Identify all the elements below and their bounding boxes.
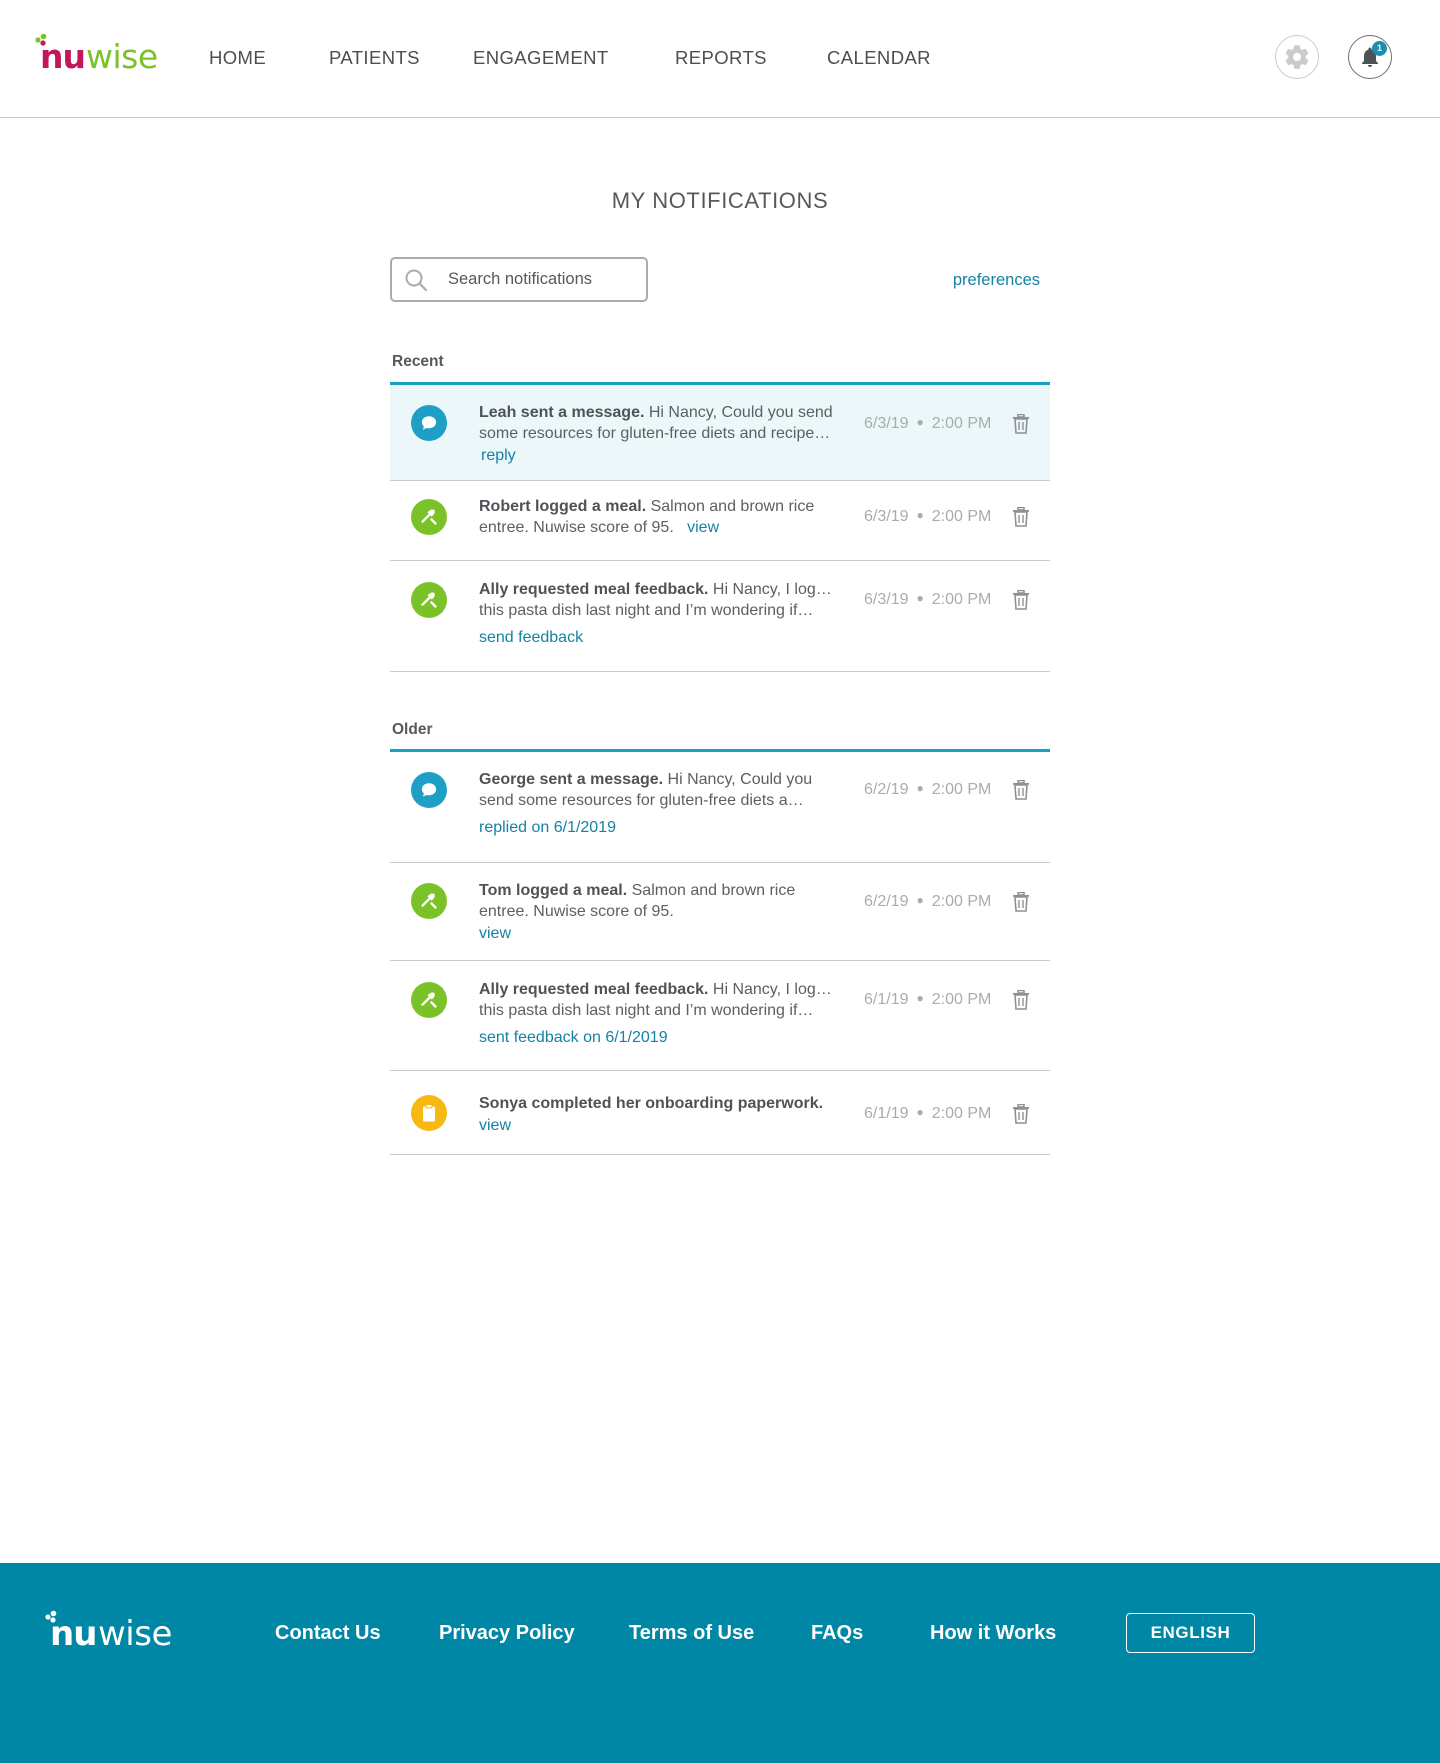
language-selector-button[interactable]: ENGLISH: [1126, 1613, 1255, 1653]
replied-status-link[interactable]: replied on 6/1/2019: [479, 817, 616, 838]
section-label-older: Older: [392, 721, 433, 738]
gear-icon: [1285, 45, 1309, 69]
trash-icon[interactable]: [1012, 780, 1030, 800]
notification-title: Ally requested meal feedback.: [479, 581, 709, 598]
notification-item[interactable]: Robert logged a meal. Salmon and brown r…: [390, 481, 1050, 561]
footer: nu wise Contact Us Privacy Policy Terms …: [0, 1563, 1440, 1763]
notification-item[interactable]: Sonya completed her onboarding paperwork…: [390, 1071, 1050, 1155]
notification-message: Hi Nancy, I logged: [708, 981, 834, 998]
reply-link[interactable]: reply: [481, 445, 516, 466]
trash-icon[interactable]: [1012, 414, 1030, 434]
footer-link-contact-us[interactable]: Contact Us: [275, 1622, 381, 1645]
nav-calendar[interactable]: CALENDAR: [827, 47, 931, 69]
notification-timestamp: 6/3/19 ● 2:00 PM: [864, 415, 992, 432]
notification-title: Leah sent a message.: [479, 404, 645, 421]
notification-title: Tom logged a meal.: [479, 882, 628, 899]
notification-message-cont: send some resources for gluten-free diet…: [479, 792, 804, 809]
notification-message: Salmon and brown rice: [627, 882, 796, 899]
page-title: MY NOTIFICATIONS: [611, 188, 829, 213]
notification-timestamp: 6/1/19 ● 2:00 PM: [864, 1105, 992, 1122]
search-box: [390, 257, 648, 302]
send-feedback-link[interactable]: send feedback: [479, 627, 583, 648]
view-link[interactable]: view: [479, 923, 511, 944]
footer-link-terms-of-use[interactable]: Terms of Use: [629, 1622, 754, 1645]
nav-engagement[interactable]: ENGAGEMENT: [473, 47, 609, 69]
search-input[interactable]: [448, 259, 638, 300]
notification-message-cont: some resources for gluten-free diets and…: [479, 425, 831, 442]
utensils-icon: [411, 883, 447, 919]
notification-count-badge: 1: [1372, 41, 1387, 56]
nav-home[interactable]: HOME: [209, 47, 266, 69]
svg-text:nu: nu: [50, 1614, 96, 1653]
footer-nuwise-logo[interactable]: nu wise: [44, 1607, 194, 1653]
svg-text:wise: wise: [86, 37, 158, 76]
notification-message-cont: this pasta dish last night and I’m wonde…: [479, 1002, 814, 1019]
notification-message-cont: entree. Nuwise score of 95.: [479, 519, 674, 536]
trash-icon[interactable]: [1012, 892, 1030, 912]
trash-icon[interactable]: [1012, 590, 1030, 610]
nav-reports[interactable]: REPORTS: [675, 47, 767, 69]
trash-icon[interactable]: [1012, 990, 1030, 1010]
trash-icon[interactable]: [1012, 1104, 1030, 1124]
chat-bubble-icon: [411, 405, 447, 441]
notification-message: Hi Nancy, Could you send: [644, 404, 833, 421]
nav-patients[interactable]: PATIENTS: [329, 47, 420, 69]
notification-message: Salmon and brown rice: [646, 498, 815, 515]
notifications-button[interactable]: 1: [1348, 35, 1392, 79]
view-link[interactable]: view: [687, 519, 719, 536]
svg-text:wise: wise: [98, 1614, 172, 1653]
top-navigation-bar: nu wise HOME PATIENTS ENGAGEMENT REPORTS…: [0, 0, 1440, 118]
view-link[interactable]: view: [479, 1115, 511, 1136]
notification-timestamp: 6/3/19 ● 2:00 PM: [864, 508, 992, 525]
notification-title: Sonya completed her onboarding paperwork…: [479, 1095, 824, 1112]
notification-timestamp: 6/2/19 ● 2:00 PM: [864, 893, 992, 910]
notification-item[interactable]: Ally requested meal feedback. Hi Nancy, …: [390, 561, 1050, 672]
notification-timestamp: 6/2/19 ● 2:00 PM: [864, 781, 992, 798]
search-icon: [405, 269, 428, 292]
notification-title: Robert logged a meal.: [479, 498, 647, 515]
clipboard-icon: [411, 1095, 447, 1131]
svg-text:nu: nu: [40, 37, 85, 76]
footer-link-faqs[interactable]: FAQs: [811, 1622, 863, 1645]
notification-message-cont: this pasta dish last night and I’m wonde…: [479, 602, 814, 619]
notification-item[interactable]: George sent a message. Hi Nancy, Could y…: [390, 752, 1050, 863]
preferences-link[interactable]: preferences: [953, 271, 1040, 290]
utensils-icon: [411, 499, 447, 535]
settings-button[interactable]: [1275, 35, 1319, 79]
notification-message: Hi Nancy, Could you: [663, 771, 813, 788]
notification-timestamp: 6/1/19 ● 2:00 PM: [864, 991, 992, 1008]
utensils-icon: [411, 582, 447, 618]
notification-message-cont: entree. Nuwise score of 95.: [479, 903, 674, 920]
notification-timestamp: 6/3/19 ● 2:00 PM: [864, 591, 992, 608]
section-label-recent: Recent: [392, 353, 444, 370]
trash-icon[interactable]: [1012, 507, 1030, 527]
notification-item[interactable]: Leah sent a message. Hi Nancy, Could you…: [390, 385, 1050, 481]
chat-bubble-icon: [411, 772, 447, 808]
notification-item[interactable]: Tom logged a meal. Salmon and brown rice…: [390, 863, 1050, 961]
utensils-icon: [411, 982, 447, 1018]
sent-feedback-status-link[interactable]: sent feedback on 6/1/2019: [479, 1027, 668, 1048]
footer-link-privacy-policy[interactable]: Privacy Policy: [439, 1622, 575, 1645]
notification-title: George sent a message.: [479, 771, 664, 788]
nuwise-logo[interactable]: nu wise: [34, 30, 174, 76]
notification-title: Ally requested meal feedback.: [479, 981, 709, 998]
notification-message: Hi Nancy, I logged: [708, 581, 834, 598]
footer-link-how-it-works[interactable]: How it Works: [930, 1622, 1056, 1645]
notification-item[interactable]: Ally requested meal feedback. Hi Nancy, …: [390, 961, 1050, 1071]
